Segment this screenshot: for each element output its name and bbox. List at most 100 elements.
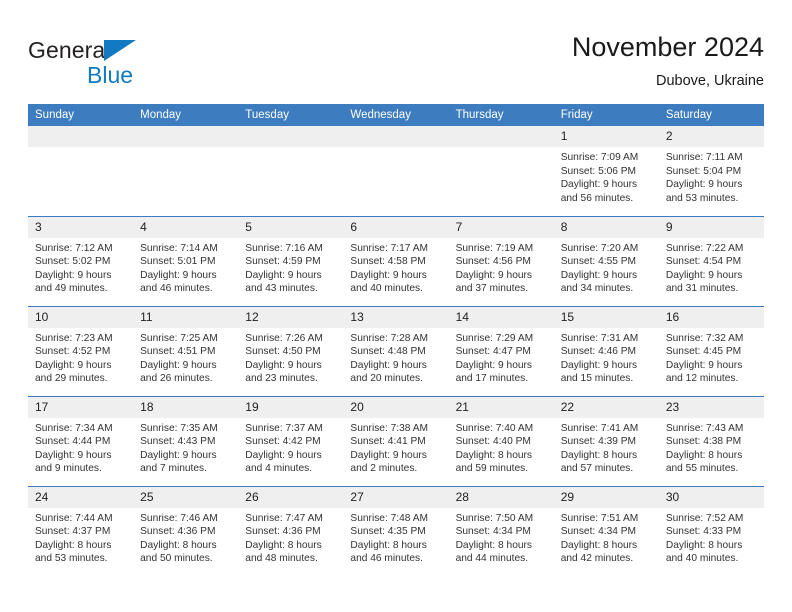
sunset-text: Sunset: 4:59 PM bbox=[245, 256, 321, 268]
day-number: 15 bbox=[553, 306, 659, 328]
sunset-text: Sunset: 4:39 PM bbox=[560, 436, 637, 448]
sunset-text: Sunset: 4:35 PM bbox=[350, 526, 426, 538]
sunset-text: Sunset: 4:34 PM bbox=[455, 526, 531, 538]
day-cell bbox=[238, 126, 344, 216]
daylight-text-line2: and 37 minutes. bbox=[455, 283, 529, 295]
day-details: Sunrise: 7:28 AM Sunset: 4:48 PM Dayligh… bbox=[343, 328, 448, 386]
weekday-header-row: Sunday Monday Tuesday Wednesday Thursday… bbox=[28, 104, 764, 126]
day-details: Sunrise: 7:46 AM Sunset: 4:36 PM Dayligh… bbox=[133, 508, 238, 566]
sunset-text: Sunset: 4:51 PM bbox=[140, 346, 216, 358]
daylight-text-line2: and 31 minutes. bbox=[665, 283, 739, 295]
sunrise-text: Sunrise: 7:14 AM bbox=[140, 242, 218, 254]
day-cell: 7 Sunrise: 7:19 AM Sunset: 4:56 PM Dayli… bbox=[448, 215, 554, 306]
day-details: Sunrise: 7:29 AM Sunset: 4:47 PM Dayligh… bbox=[449, 328, 554, 386]
daylight-text-line2: and 15 minutes. bbox=[560, 373, 634, 385]
day-details: Sunrise: 7:44 AM Sunset: 4:37 PM Dayligh… bbox=[28, 508, 133, 566]
day-cell: 22 Sunrise: 7:41 AM Sunset: 4:39 PM Dayl… bbox=[553, 395, 659, 486]
sunset-text: Sunset: 4:36 PM bbox=[140, 526, 216, 538]
day-number: 19 bbox=[238, 396, 344, 418]
day-number: 14 bbox=[448, 306, 554, 328]
sunrise-sunset-calendar-table: Sunday Monday Tuesday Wednesday Thursday… bbox=[28, 104, 764, 576]
daylight-text-line2: and 17 minutes. bbox=[455, 373, 529, 385]
weekday-header-wednesday: Wednesday bbox=[343, 104, 449, 126]
sunset-text: Sunset: 4:55 PM bbox=[560, 256, 637, 268]
day-cell: 3 Sunrise: 7:12 AM Sunset: 5:02 PM Dayli… bbox=[28, 215, 134, 306]
day-details: Sunrise: 7:12 AM Sunset: 5:02 PM Dayligh… bbox=[28, 238, 133, 296]
day-details: Sunrise: 7:43 AM Sunset: 4:38 PM Dayligh… bbox=[659, 418, 764, 476]
calendar-header-row-group: Sunday Monday Tuesday Wednesday Thursday… bbox=[28, 104, 764, 126]
day-cell: 12 Sunrise: 7:26 AM Sunset: 4:50 PM Dayl… bbox=[238, 305, 344, 396]
sunrise-text: Sunrise: 7:40 AM bbox=[455, 422, 534, 434]
day-cell bbox=[133, 126, 239, 216]
day-number: 10 bbox=[28, 306, 134, 328]
daylight-text-line1: Daylight: 8 hours bbox=[560, 449, 638, 461]
brand-name-blue: Blue bbox=[87, 62, 134, 88]
sunrise-text: Sunrise: 7:47 AM bbox=[245, 512, 323, 524]
daylight-text-line1: Daylight: 9 hours bbox=[560, 359, 638, 371]
sunrise-text: Sunrise: 7:48 AM bbox=[350, 512, 429, 524]
day-cell: 1 Sunrise: 7:09 AM Sunset: 5:06 PM Dayli… bbox=[553, 126, 659, 216]
daylight-text-line2: and 7 minutes. bbox=[140, 463, 207, 475]
day-number: 3 bbox=[28, 216, 134, 238]
daylight-text-line2: and 40 minutes. bbox=[665, 553, 739, 565]
week-row: 3 Sunrise: 7:12 AM Sunset: 5:02 PM Dayli… bbox=[28, 215, 764, 306]
daylight-text-line2: and 50 minutes. bbox=[140, 553, 213, 565]
day-number: 20 bbox=[343, 396, 449, 418]
day-cell bbox=[28, 126, 134, 216]
day-cell: 6 Sunrise: 7:17 AM Sunset: 4:58 PM Dayli… bbox=[343, 215, 449, 306]
day-details: Sunrise: 7:14 AM Sunset: 5:01 PM Dayligh… bbox=[133, 238, 238, 296]
daylight-text-line2: and 34 minutes. bbox=[560, 283, 634, 295]
sunset-text: Sunset: 4:38 PM bbox=[665, 436, 742, 448]
sunrise-text: Sunrise: 7:28 AM bbox=[350, 332, 429, 344]
day-cell: 19 Sunrise: 7:37 AM Sunset: 4:42 PM Dayl… bbox=[238, 395, 344, 486]
weekday-header-friday: Friday bbox=[553, 104, 659, 126]
daylight-text-line2: and 26 minutes. bbox=[140, 373, 213, 385]
day-cell: 26 Sunrise: 7:47 AM Sunset: 4:36 PM Dayl… bbox=[238, 485, 344, 576]
sunrise-text: Sunrise: 7:41 AM bbox=[560, 422, 639, 434]
day-cell bbox=[448, 126, 554, 216]
day-cell: 27 Sunrise: 7:48 AM Sunset: 4:35 PM Dayl… bbox=[343, 485, 449, 576]
brand-logo: General Blue bbox=[28, 38, 218, 94]
sunset-text: Sunset: 4:43 PM bbox=[140, 436, 216, 448]
daylight-text-line1: Daylight: 9 hours bbox=[140, 269, 217, 281]
sunset-text: Sunset: 4:58 PM bbox=[350, 256, 426, 268]
day-cell: 18 Sunrise: 7:35 AM Sunset: 4:43 PM Dayl… bbox=[133, 395, 239, 486]
daylight-text-line2: and 40 minutes. bbox=[350, 283, 423, 295]
sunset-text: Sunset: 5:06 PM bbox=[560, 165, 637, 177]
daylight-text-line1: Daylight: 8 hours bbox=[350, 539, 427, 551]
day-cell: 21 Sunrise: 7:40 AM Sunset: 4:40 PM Dayl… bbox=[448, 395, 554, 486]
sunset-text: Sunset: 4:37 PM bbox=[35, 526, 111, 538]
day-details bbox=[449, 147, 554, 151]
daylight-text-line2: and 59 minutes. bbox=[455, 463, 529, 475]
sunrise-text: Sunrise: 7:17 AM bbox=[350, 242, 429, 254]
day-details: Sunrise: 7:51 AM Sunset: 4:34 PM Dayligh… bbox=[554, 508, 659, 566]
daylight-text-line1: Daylight: 9 hours bbox=[140, 359, 217, 371]
day-number: 21 bbox=[448, 396, 554, 418]
day-cell: 20 Sunrise: 7:38 AM Sunset: 4:41 PM Dayl… bbox=[343, 395, 449, 486]
sunset-text: Sunset: 4:42 PM bbox=[245, 436, 321, 448]
daylight-text-line1: Daylight: 9 hours bbox=[245, 269, 322, 281]
day-number: 29 bbox=[553, 486, 659, 508]
daylight-text-line2: and 42 minutes. bbox=[560, 553, 634, 565]
weekday-header-thursday: Thursday bbox=[448, 104, 554, 126]
sunset-text: Sunset: 5:02 PM bbox=[35, 256, 111, 268]
day-cell: 30 Sunrise: 7:52 AM Sunset: 4:33 PM Dayl… bbox=[658, 485, 764, 576]
day-number: 16 bbox=[658, 306, 764, 328]
day-number: 8 bbox=[553, 216, 659, 238]
sunset-text: Sunset: 4:44 PM bbox=[35, 436, 111, 448]
triangle-icon bbox=[104, 40, 136, 61]
day-number: 11 bbox=[133, 306, 239, 328]
sunset-text: Sunset: 4:33 PM bbox=[665, 526, 742, 538]
daylight-text-line2: and 55 minutes. bbox=[665, 463, 739, 475]
sunrise-text: Sunrise: 7:09 AM bbox=[560, 152, 639, 163]
daylight-text-line1: Daylight: 9 hours bbox=[140, 449, 217, 461]
sunrise-text: Sunrise: 7:31 AM bbox=[560, 332, 639, 344]
day-details: Sunrise: 7:20 AM Sunset: 4:55 PM Dayligh… bbox=[554, 238, 659, 296]
day-number: 24 bbox=[28, 486, 134, 508]
day-number: 1 bbox=[553, 126, 659, 147]
sunrise-text: Sunrise: 7:25 AM bbox=[140, 332, 218, 344]
daylight-text-line1: Daylight: 8 hours bbox=[455, 449, 533, 461]
daylight-text-line1: Daylight: 8 hours bbox=[560, 539, 638, 551]
weekday-header-saturday: Saturday bbox=[658, 104, 764, 126]
day-number bbox=[343, 126, 449, 147]
